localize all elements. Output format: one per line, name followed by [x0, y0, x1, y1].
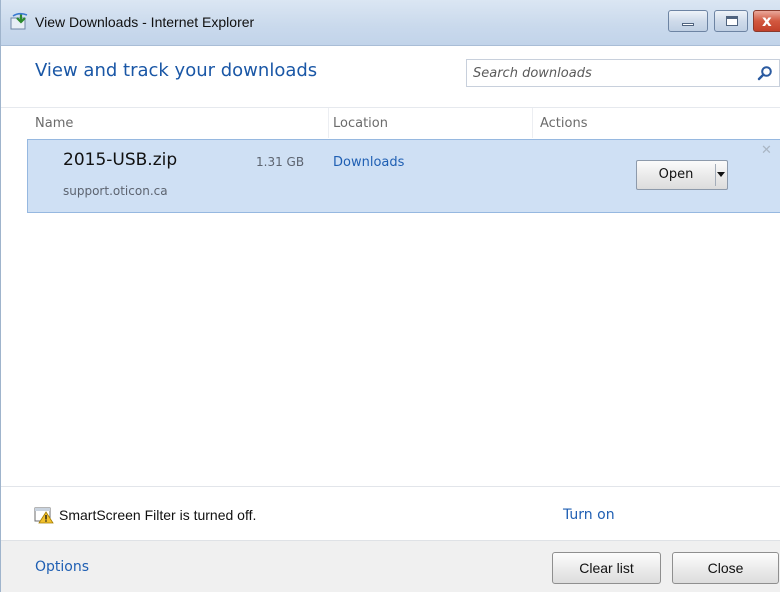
file-size: 1.31 GB [256, 155, 305, 169]
open-split-button[interactable]: Open [636, 160, 728, 190]
file-name: 2015-USB.zip [63, 150, 178, 170]
maximize-button[interactable] [714, 10, 748, 32]
remove-item-icon[interactable]: ✕ [761, 144, 772, 158]
column-header-actions[interactable]: Actions [540, 116, 588, 131]
download-manager-icon [10, 12, 28, 30]
column-header-name[interactable]: Name [35, 116, 73, 131]
turn-on-link[interactable]: Turn on [563, 507, 615, 523]
download-row[interactable]: 2015-USB.zip 1.31 GB support.oticon.ca D… [27, 139, 780, 213]
search-icon[interactable] [757, 65, 773, 81]
close-icon: x [762, 12, 772, 30]
smartscreen-message: SmartScreen Filter is turned off. [59, 507, 257, 523]
column-divider [532, 108, 533, 138]
header-divider [1, 107, 780, 108]
window-title: View Downloads - Internet Explorer [35, 14, 255, 30]
column-header-location[interactable]: Location [333, 116, 388, 131]
download-source: support.oticon.ca [63, 184, 168, 198]
bottom-bar: Options Clear list Close [1, 540, 780, 592]
column-divider [328, 108, 329, 138]
clear-list-button[interactable]: Clear list [552, 552, 661, 584]
search-box[interactable] [466, 59, 780, 87]
smartscreen-warning-icon [34, 507, 54, 524]
close-button[interactable]: Close [672, 552, 779, 584]
options-link[interactable]: Options [35, 559, 89, 575]
chevron-down-icon [717, 172, 725, 177]
minimize-icon [682, 23, 694, 26]
downloads-window: View Downloads - Internet Explorer x Vie… [0, 0, 780, 592]
minimize-button[interactable] [668, 10, 708, 32]
location-link[interactable]: Downloads [333, 155, 404, 170]
open-button[interactable]: Open [637, 161, 715, 189]
footer-divider [1, 486, 780, 487]
open-options-dropdown[interactable] [716, 161, 728, 189]
maximize-icon [726, 16, 738, 26]
search-input[interactable] [473, 63, 743, 83]
window-close-button[interactable]: x [753, 10, 780, 32]
page-title: View and track your downloads [35, 60, 318, 81]
title-bar[interactable]: View Downloads - Internet Explorer x [1, 0, 780, 46]
